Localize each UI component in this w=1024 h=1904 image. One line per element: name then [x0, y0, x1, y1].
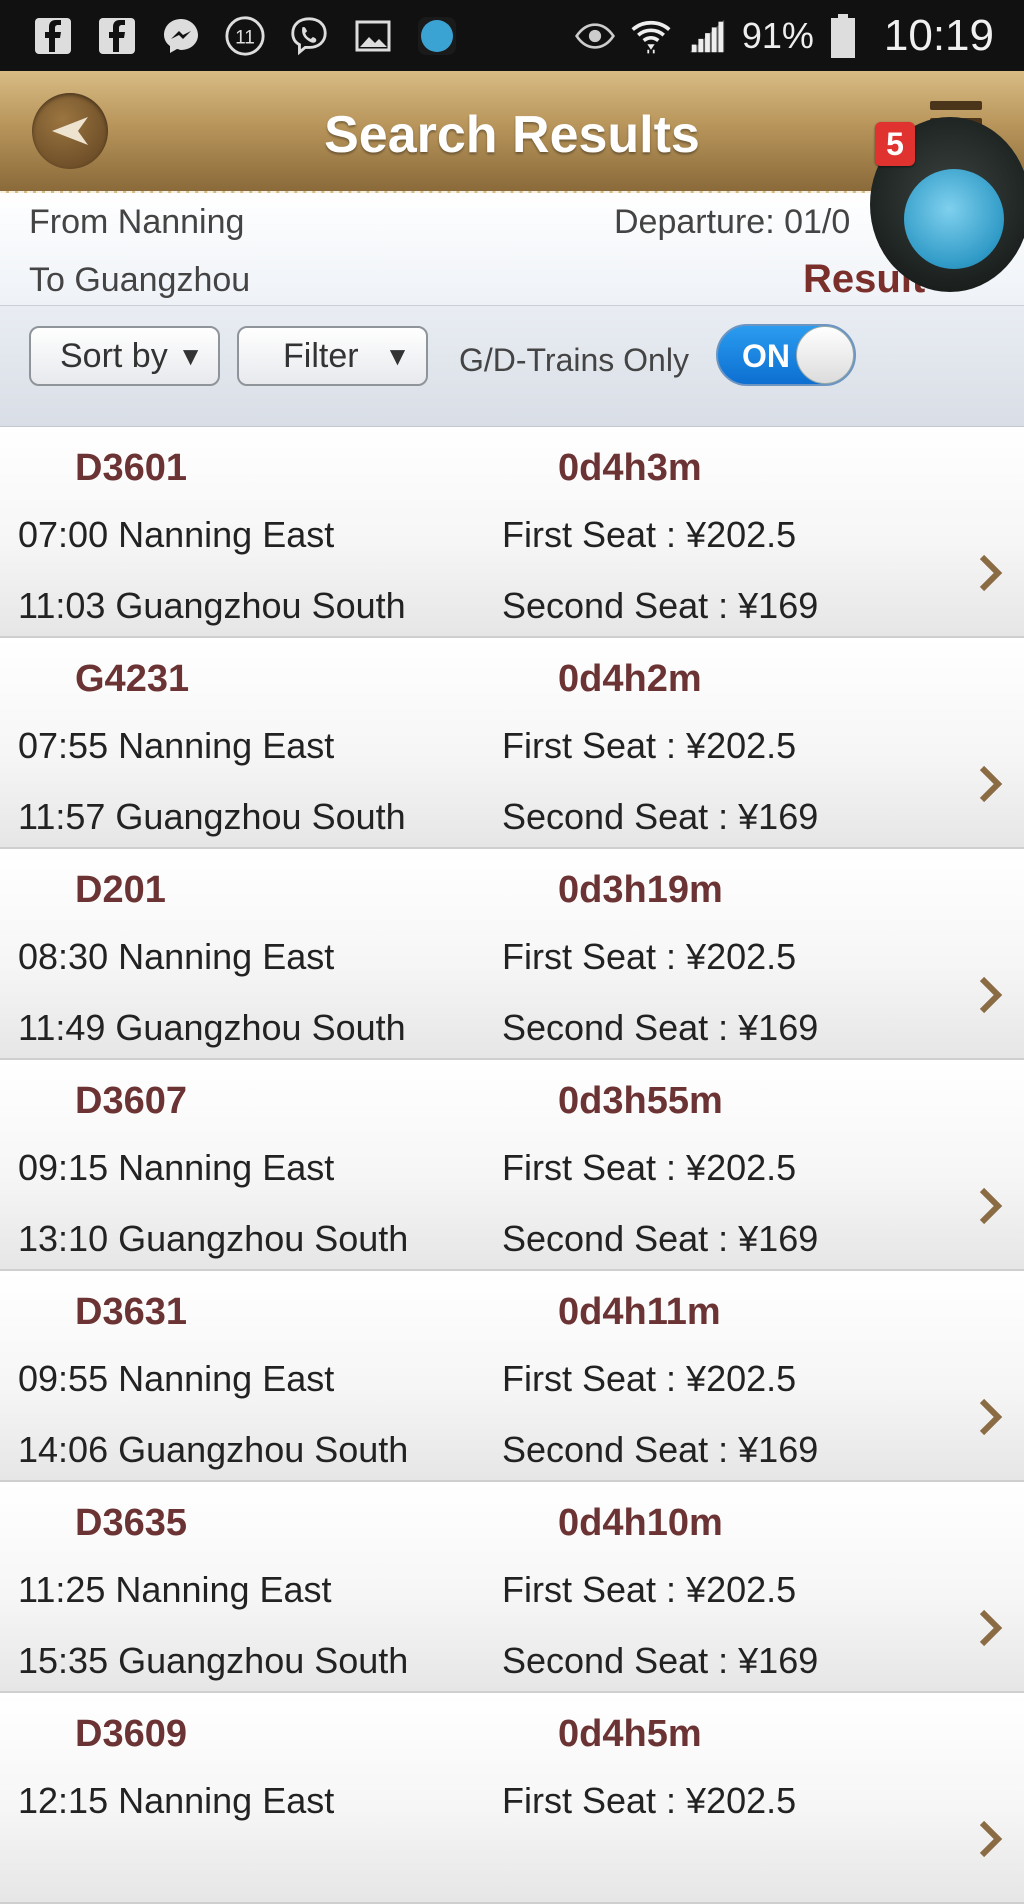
chevron-right-icon — [979, 976, 1003, 1014]
train-duration: 0d4h3m — [558, 447, 702, 489]
second-seat-price: Second Seat : ¥169 — [502, 1429, 819, 1470]
filter-controls: Sort by ▼ Filter ▼ G/D-Trains Only ON — [0, 306, 1024, 427]
notification-count-icon: 11 — [224, 15, 266, 57]
eye-icon — [574, 15, 616, 57]
train-row[interactable]: D3609 0d4h5m 12:15 Nanning East First Se… — [0, 1693, 1024, 1904]
battery-percent: 91% — [741, 14, 814, 56]
departure-time-station: 08:30 Nanning East — [18, 936, 335, 977]
to-station: To Guangzhou — [29, 261, 251, 299]
clock: 10:19 — [883, 10, 994, 60]
arrival-time-station: 14:06 Guangzhou South — [18, 1429, 409, 1470]
departure-time-station: 09:55 Nanning East — [18, 1358, 335, 1399]
facebook-icon — [32, 15, 74, 57]
first-seat-price: First Seat : ¥202.5 — [502, 514, 797, 555]
chevron-right-icon — [979, 1820, 1003, 1858]
second-seat-price: Second Seat : ¥169 — [502, 1007, 819, 1048]
arrival-time-station: 11:49 Guangzhou South — [18, 1007, 406, 1048]
train-row[interactable]: D3601 0d4h3m 07:00 Nanning East 11:03 Gu… — [0, 427, 1024, 638]
train-duration: 0d4h5m — [558, 1713, 702, 1755]
train-duration: 0d3h19m — [558, 869, 723, 911]
chevron-right-icon — [979, 1187, 1003, 1225]
toggle-knob — [796, 326, 854, 384]
departure-date: Departure: 01/0 — [614, 203, 851, 241]
battery-icon — [828, 13, 858, 58]
second-seat-price: Second Seat : ¥169 — [502, 1640, 819, 1681]
departure-time-station: 07:55 Nanning East — [18, 725, 335, 766]
toggle-state-label: ON — [742, 338, 790, 374]
second-seat-price: Second Seat : ¥169 — [502, 796, 819, 837]
gd-trains-toggle[interactable]: ON — [716, 324, 856, 386]
chat-head-avatar — [904, 169, 1004, 269]
menu-bar — [930, 101, 982, 110]
train-row[interactable]: G4231 0d4h2m 07:55 Nanning East 11:57 Gu… — [0, 638, 1024, 849]
status-bar: 11 91% 10:19 — [0, 0, 1024, 71]
second-seat-price: Second Seat : ¥169 — [502, 1218, 819, 1259]
train-code: D3631 — [75, 1291, 187, 1333]
train-code: G4231 — [75, 658, 190, 700]
first-seat-price: First Seat : ¥202.5 — [502, 1569, 797, 1610]
train-row[interactable]: D201 0d3h19m 08:30 Nanning East 11:49 Gu… — [0, 849, 1024, 1060]
train-duration: 0d4h2m — [558, 658, 702, 700]
viber-icon — [288, 15, 330, 57]
train-row[interactable]: D3607 0d3h55m 09:15 Nanning East 13:10 G… — [0, 1060, 1024, 1271]
train-duration: 0d3h55m — [558, 1080, 723, 1122]
sort-dropdown[interactable]: Sort by ▼ — [29, 326, 220, 386]
chevron-right-icon — [979, 1609, 1003, 1647]
train-code: D3607 — [75, 1080, 187, 1122]
train-code: D3609 — [75, 1713, 187, 1755]
arrival-time-station: 11:03 Guangzhou South — [18, 585, 406, 626]
chevron-right-icon — [979, 765, 1003, 803]
departure-time-station: 07:00 Nanning East — [18, 514, 335, 555]
train-list: D3601 0d4h3m 07:00 Nanning East 11:03 Gu… — [0, 427, 1024, 1904]
arrival-time-station: 15:35 Guangzhou South — [18, 1640, 409, 1681]
first-seat-price: First Seat : ¥202.5 — [502, 1147, 797, 1188]
train-row[interactable]: D3635 0d4h10m 11:25 Nanning East 15:35 G… — [0, 1482, 1024, 1693]
chevron-right-icon — [979, 1398, 1003, 1436]
svg-text:11: 11 — [235, 27, 255, 48]
first-seat-price: First Seat : ¥202.5 — [502, 1358, 797, 1399]
blue-dot-icon — [416, 15, 458, 57]
first-seat-price: First Seat : ¥202.5 — [502, 936, 797, 977]
gd-trains-label: G/D-Trains Only — [459, 342, 689, 378]
sort-label: Sort by — [60, 336, 168, 375]
filter-label: Filter — [283, 336, 359, 375]
floating-chat-bubble[interactable]: 5 — [870, 117, 1024, 292]
train-code: D3601 — [75, 447, 187, 489]
departure-time-station: 09:15 Nanning East — [18, 1147, 335, 1188]
from-station: From Nanning — [29, 203, 245, 241]
departure-time-station: 11:25 Nanning East — [18, 1569, 332, 1610]
gallery-icon — [352, 15, 394, 57]
signal-icon — [686, 15, 728, 57]
first-seat-price: First Seat : ¥202.5 — [502, 725, 797, 766]
wifi-icon — [630, 15, 672, 57]
chevron-right-icon — [979, 554, 1003, 592]
dropdown-arrow-icon: ▼ — [384, 340, 411, 371]
dropdown-arrow-icon: ▼ — [177, 340, 204, 371]
notification-badge: 5 — [875, 122, 915, 166]
train-row[interactable]: D3631 0d4h11m 09:55 Nanning East 14:06 G… — [0, 1271, 1024, 1482]
train-code: D3635 — [75, 1502, 187, 1544]
departure-time-station: 12:15 Nanning East — [18, 1780, 335, 1821]
messenger-icon — [160, 15, 202, 57]
arrival-time-station: 13:10 Guangzhou South — [18, 1218, 409, 1259]
arrival-time-station: 11:57 Guangzhou South — [18, 796, 406, 837]
train-duration: 0d4h11m — [558, 1291, 721, 1333]
first-seat-price: First Seat : ¥202.5 — [502, 1780, 797, 1821]
facebook-icon — [96, 15, 138, 57]
train-code: D201 — [75, 869, 166, 911]
filter-dropdown[interactable]: Filter ▼ — [237, 326, 428, 386]
train-duration: 0d4h10m — [558, 1502, 723, 1544]
second-seat-price: Second Seat : ¥169 — [502, 585, 819, 626]
